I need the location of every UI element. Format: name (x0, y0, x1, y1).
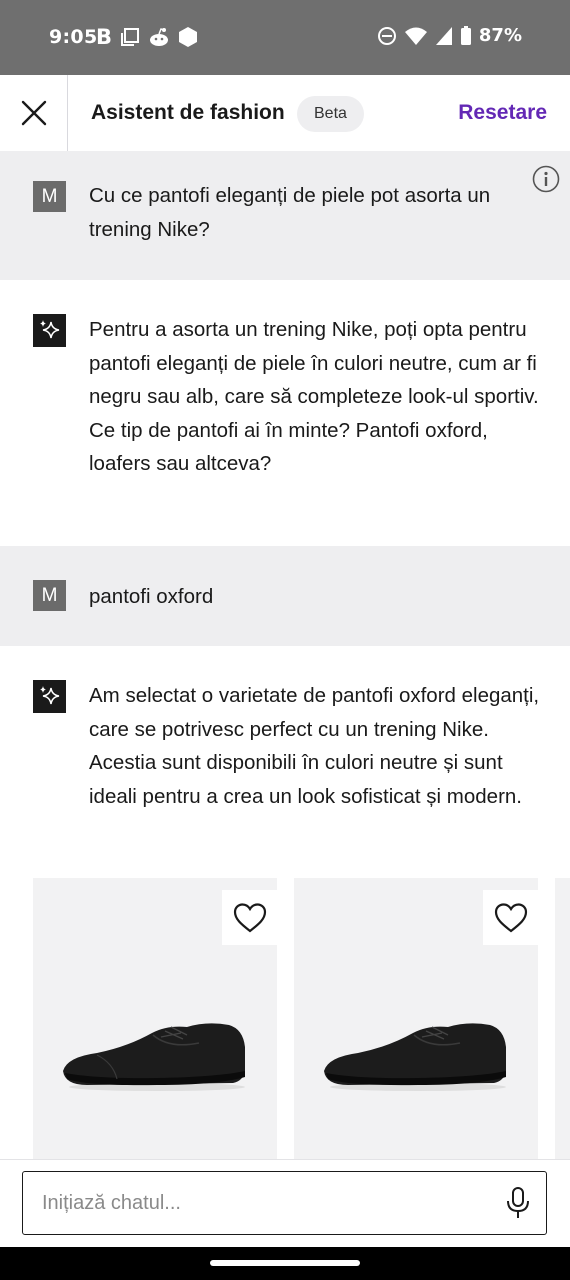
system-icons: 87% (377, 25, 522, 46)
chat-input-box[interactable] (22, 1171, 547, 1235)
favorite-button[interactable] (483, 890, 538, 945)
system-nav-bar (0, 1247, 570, 1280)
close-button[interactable] (0, 75, 68, 151)
chat-header: Asistent de fashion Beta Resetare (0, 75, 570, 152)
chat-input-bar (0, 1159, 570, 1248)
user-message-text: Cu ce pantofi eleganți de piele pot asor… (89, 184, 491, 241)
status-time: 9:05 (49, 26, 98, 48)
assistant-message-text: Pentru a asorta un trening Nike, poți op… (89, 318, 539, 475)
battery-percent: 87% (478, 25, 522, 46)
battery-icon (460, 25, 471, 45)
reddit-notification-icon (150, 28, 169, 46)
product-card-partial[interactable] (555, 878, 570, 1160)
assistant-message: Am selectat o varietate de pantofi oxfor… (0, 646, 570, 878)
assistant-message: Pentru a asorta un trening Nike, poți op… (0, 280, 570, 546)
home-gesture-handle[interactable] (210, 1260, 360, 1266)
beta-badge: Beta (297, 96, 364, 132)
product-card[interactable] (33, 878, 277, 1160)
user-message: M Cu ce pantofi eleganți de piele pot as… (0, 151, 570, 280)
copy-notification-icon (121, 28, 140, 46)
user-avatar: M (33, 181, 66, 212)
notification-icons: B (96, 25, 198, 49)
sparkles-icon (40, 686, 60, 705)
assistant-avatar (33, 680, 66, 713)
sparkles-icon (40, 320, 60, 339)
assistant-avatar (33, 314, 66, 347)
signal-icon (435, 26, 452, 45)
close-icon (21, 100, 46, 126)
favorite-button[interactable] (222, 890, 277, 945)
wifi-icon (404, 27, 427, 45)
user-message: M pantofi oxford (0, 546, 570, 646)
heart-icon (233, 902, 266, 932)
info-icon[interactable] (532, 165, 560, 193)
b-notification-icon: B (96, 25, 113, 49)
do-not-disturb-icon (377, 26, 396, 45)
product-card[interactable] (294, 878, 538, 1160)
user-message-text: pantofi oxford (89, 585, 214, 608)
product-carousel[interactable] (0, 878, 570, 1160)
hexagon-notification-icon (179, 27, 198, 47)
microphone-icon[interactable] (506, 1186, 530, 1220)
oxford-shoe-image (63, 1023, 245, 1091)
chat-input[interactable] (40, 1172, 484, 1235)
user-avatar: M (33, 580, 66, 611)
oxford-shoe-image (324, 1023, 506, 1091)
page-title: Asistent de fashion (91, 101, 285, 124)
status-bar: 9:05 B 87% (0, 0, 570, 75)
heart-icon (494, 902, 527, 932)
reset-button[interactable]: Resetare (458, 101, 547, 125)
assistant-message-text: Am selectat o varietate de pantofi oxfor… (89, 684, 540, 808)
